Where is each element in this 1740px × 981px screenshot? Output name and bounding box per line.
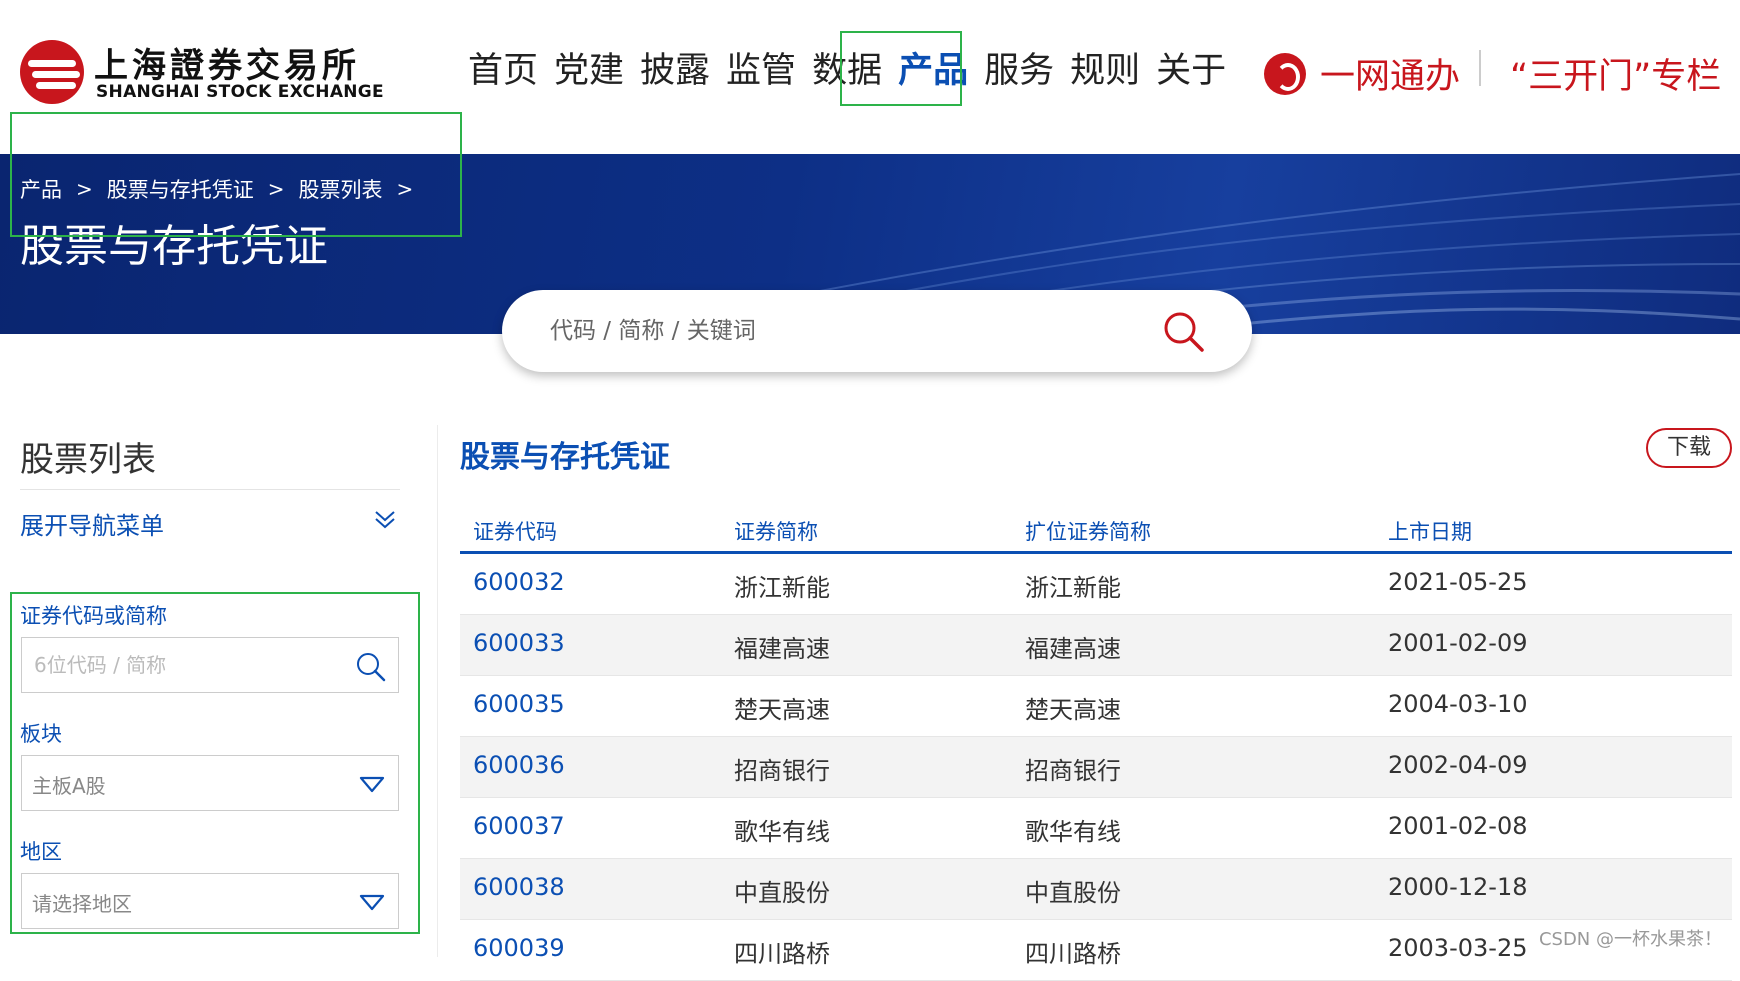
nav-about[interactable]: 关于 <box>1156 48 1226 94</box>
section-title: 股票与存托凭证 <box>460 440 670 475</box>
table-row: 600038 中直股份 中直股份 2000-12-18 <box>460 859 1732 920</box>
stock-extended-name: 歌华有线 <box>1025 818 1121 846</box>
board-select[interactable]: 主板A股 <box>21 755 399 811</box>
search-icon[interactable] <box>1162 310 1206 354</box>
header-divider <box>1479 50 1481 86</box>
stock-list-date: 2002-04-09 <box>1388 751 1528 779</box>
page-title: 股票与存托凭证 <box>20 221 328 272</box>
table-row: 600032 浙江新能 浙江新能 2021-05-25 <box>460 554 1732 615</box>
stock-name: 招商银行 <box>734 757 830 785</box>
stock-name: 福建高速 <box>734 635 830 663</box>
sidebar-title: 股票列表 <box>20 440 156 480</box>
region-select[interactable]: 请选择地区 <box>21 873 399 929</box>
sse-logo-icon <box>20 40 84 104</box>
table-row: 600036 招商银行 招商银行 2002-04-09 <box>460 737 1732 798</box>
region-select-value: 请选择地区 <box>32 892 132 916</box>
nav-data[interactable]: 数据 <box>812 48 882 94</box>
stock-name: 浙江新能 <box>734 574 830 602</box>
three-doors-link[interactable]: “三开门”专栏 <box>1510 48 1721 99</box>
csdn-watermark: CSDN @一杯水果茶！ <box>1538 925 1722 951</box>
stock-list-date: 2001-02-09 <box>1388 629 1528 657</box>
nav-home[interactable]: 首页 <box>468 48 538 94</box>
board-filter-label: 板块 <box>20 722 62 746</box>
stock-code-link[interactable]: 600036 <box>473 751 565 779</box>
stock-extended-name: 四川路桥 <box>1025 940 1121 968</box>
main-nav: 首页 党建 披露 监管 数据 产品 服务 规则 关于 <box>468 48 1242 94</box>
nav-services[interactable]: 服务 <box>984 48 1054 94</box>
breadcrumb-stock-list[interactable]: 股票列表 <box>299 174 383 204</box>
breadcrumb-stocks-drs[interactable]: 股票与存托凭证 <box>107 174 254 204</box>
stock-name: 歌华有线 <box>734 818 830 846</box>
logo-chinese-name: 上海證券交易所 <box>94 46 360 86</box>
logo-english-name: SHANGHAI STOCK EXCHANGE <box>96 82 384 102</box>
stock-extended-name: 招商银行 <box>1025 757 1121 785</box>
stock-code-link[interactable]: 600033 <box>473 629 565 657</box>
column-header-extended-name: 扩位证券简称 <box>1025 520 1151 544</box>
table-row: 600033 福建高速 福建高速 2001-02-09 <box>460 615 1732 676</box>
nav-regulation[interactable]: 监管 <box>726 48 796 94</box>
breadcrumb: 产品 > 股票与存托凭证 > 股票列表 > <box>20 174 427 204</box>
content-divider <box>437 425 438 957</box>
stock-name: 中直股份 <box>734 879 830 907</box>
stock-list-date: 2001-02-08 <box>1388 812 1528 840</box>
stock-list-date: 2004-03-10 <box>1388 690 1528 718</box>
column-header-list-date: 上市日期 <box>1388 520 1472 544</box>
download-button[interactable]: 下载 <box>1646 428 1732 468</box>
column-header-name: 证券简称 <box>734 520 818 544</box>
stock-extended-name: 福建高速 <box>1025 635 1121 663</box>
global-search-bar <box>502 290 1252 372</box>
code-filter-label: 证券代码或简称 <box>20 604 167 628</box>
stock-list-date: 2000-12-18 <box>1388 873 1528 901</box>
global-search-input[interactable] <box>548 310 1108 352</box>
stock-extended-name: 浙江新能 <box>1025 574 1121 602</box>
table-header: 证券代码 证券简称 扩位证券简称 上市日期 <box>460 506 1732 554</box>
breadcrumb-chevron-icon: > <box>76 177 93 201</box>
ywtb-link[interactable]: 一网通办 <box>1264 48 1460 99</box>
column-header-code: 证券代码 <box>473 520 557 544</box>
site-header: 上海證券交易所 SHANGHAI STOCK EXCHANGE 首页 党建 披露… <box>0 0 1740 154</box>
nav-party[interactable]: 党建 <box>554 48 624 94</box>
expand-nav-menu[interactable]: 展开导航菜单 <box>20 506 164 541</box>
breadcrumb-products[interactable]: 产品 <box>20 174 62 204</box>
table-row: 600035 楚天高速 楚天高速 2004-03-10 <box>460 676 1732 737</box>
triangle-down-icon <box>359 776 385 793</box>
stock-code-link[interactable]: 600037 <box>473 812 565 840</box>
stock-list-date: 2021-05-25 <box>1388 568 1528 596</box>
triangle-down-icon <box>359 894 385 911</box>
code-filter-field <box>21 637 399 693</box>
nav-products[interactable]: 产品 <box>898 48 968 94</box>
ywtb-icon <box>1264 52 1306 95</box>
table-row: 600037 歌华有线 歌华有线 2001-02-08 <box>460 798 1732 859</box>
search-icon[interactable] <box>356 652 386 682</box>
stock-extended-name: 中直股份 <box>1025 879 1121 907</box>
breadcrumb-chevron-icon: > <box>267 177 285 201</box>
stock-extended-name: 楚天高速 <box>1025 696 1121 724</box>
sidebar-divider <box>20 489 400 490</box>
board-select-value: 主板A股 <box>32 774 106 798</box>
stock-code-link[interactable]: 600032 <box>473 568 565 596</box>
stock-code-link[interactable]: 600039 <box>473 934 565 962</box>
stock-code-link[interactable]: 600038 <box>473 873 565 901</box>
code-filter-input[interactable] <box>32 650 332 680</box>
stock-code-link[interactable]: 600035 <box>473 690 565 718</box>
breadcrumb-chevron-icon: > <box>396 177 414 201</box>
region-filter-label: 地区 <box>20 840 62 864</box>
stock-table-body: 600032 浙江新能 浙江新能 2021-05-25 600033 福建高速 … <box>460 554 1732 981</box>
stock-list-date: 2003-03-25 <box>1388 934 1528 962</box>
ywtb-label: 一网通办 <box>1320 57 1461 97</box>
nav-rules[interactable]: 规则 <box>1070 48 1140 94</box>
nav-disclosure[interactable]: 披露 <box>640 48 710 94</box>
stock-name: 楚天高速 <box>734 696 830 724</box>
double-chevron-down-icon[interactable] <box>373 508 397 532</box>
stock-name: 四川路桥 <box>734 940 830 968</box>
